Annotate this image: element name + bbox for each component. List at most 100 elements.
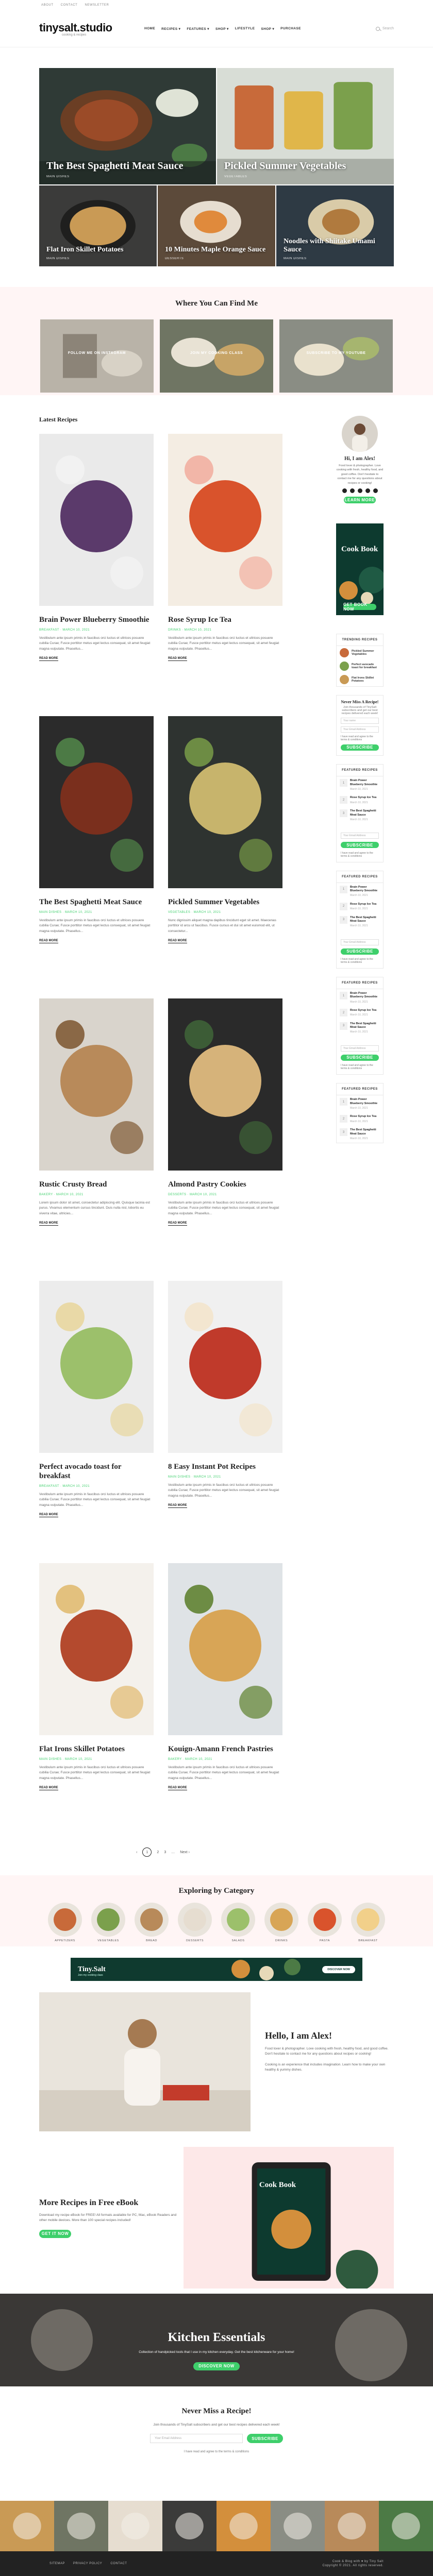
cookbook-ad[interactable]: Cook Book Get Book Now bbox=[336, 523, 384, 615]
post-title[interactable]: Kouign-Amann French Pastries bbox=[168, 1744, 282, 1754]
twitter-icon[interactable] bbox=[349, 488, 355, 493]
category-item[interactable]: Drinks bbox=[264, 1903, 298, 1942]
post-title[interactable]: Rose Syrup Ice Tea bbox=[168, 615, 282, 624]
footer-link-privacy[interactable]: Privacy Policy bbox=[73, 2562, 102, 2565]
inline-terms-checkbox[interactable]: I have read and agree to the terms & con… bbox=[341, 852, 379, 858]
inline-email-field[interactable]: Your Email Address bbox=[341, 833, 379, 839]
instagram-thumb[interactable] bbox=[325, 2501, 379, 2551]
page-1[interactable]: 1 bbox=[142, 1848, 152, 1857]
post-card[interactable]: Rose Syrup Ice Tea Drinks · March 10, 20… bbox=[168, 434, 282, 716]
hero-main-post[interactable]: The Best Spaghetti Meat Sauce Main Dishe… bbox=[39, 68, 216, 184]
page-3[interactable]: 3 bbox=[164, 1851, 166, 1854]
post-card[interactable]: Rustic Crusty Bread Bakery · March 10, 2… bbox=[39, 998, 154, 1281]
read-more-link[interactable]: Read more bbox=[39, 1786, 58, 1791]
category-item[interactable]: Desserts bbox=[178, 1903, 212, 1942]
featured-item[interactable]: 2 Rose Syrup Ice Tea March 10, 2021 bbox=[337, 1006, 383, 1020]
cooking-class-banner[interactable]: Tiny.Salt Join my cooking class Discover… bbox=[71, 1958, 362, 1981]
bottom-email-field[interactable]: Your Email Address bbox=[150, 2434, 243, 2443]
hero-bottom-post-1[interactable]: Flat Iron Skillet Potatoes Main Dishes bbox=[39, 185, 157, 266]
footer-link-contact[interactable]: Contact bbox=[110, 2562, 127, 2565]
nav-item-lifestyle[interactable]: Lifestyle bbox=[235, 27, 255, 31]
instagram-thumb[interactable] bbox=[271, 2501, 325, 2551]
post-card[interactable]: Pickled Summer Vegetables Vegetables · M… bbox=[168, 716, 282, 998]
bottom-subscribe-button[interactable]: Subscribe bbox=[247, 2434, 283, 2443]
featured-item[interactable]: 1 Brain Power Blueberry Smoothie March 1… bbox=[337, 1095, 383, 1112]
post-thumbnail[interactable] bbox=[168, 716, 282, 888]
hero-right-post[interactable]: Pickled Summer Vegetables Vegetables bbox=[217, 68, 394, 184]
read-more-link[interactable]: Read more bbox=[168, 1786, 187, 1791]
utility-link-about[interactable]: About bbox=[41, 4, 54, 7]
post-thumbnail[interactable] bbox=[168, 1563, 282, 1735]
hero-bottom-post-3[interactable]: Noodles with Shiitake Umami Sauce Main D… bbox=[276, 185, 394, 266]
ebook-button[interactable]: Get it now bbox=[39, 2229, 71, 2238]
featured-item[interactable]: 1 Brain Power Blueberry Smoothie March 1… bbox=[337, 883, 383, 900]
page-2[interactable]: 2 bbox=[157, 1851, 159, 1854]
post-thumbnail[interactable] bbox=[168, 998, 282, 1171]
post-thumbnail[interactable] bbox=[39, 716, 154, 888]
category-item[interactable]: Pasta bbox=[308, 1903, 342, 1942]
youtube-icon[interactable] bbox=[373, 488, 378, 493]
read-more-link[interactable]: Read more bbox=[39, 939, 58, 944]
category-item[interactable]: Bread bbox=[135, 1903, 169, 1942]
sidebar-terms-checkbox[interactable]: I have read and agree to the terms & con… bbox=[341, 735, 379, 741]
featured-item[interactable]: 2 Rose Syrup Ice Tea March 10, 2021 bbox=[337, 1112, 383, 1126]
post-thumbnail[interactable] bbox=[39, 998, 154, 1171]
inline-email-field[interactable]: Your Email Address bbox=[341, 1045, 379, 1052]
inline-email-field[interactable]: Your Email Address bbox=[341, 939, 379, 945]
post-thumbnail[interactable] bbox=[168, 434, 282, 606]
sidebar-name-field[interactable]: Your name bbox=[341, 717, 379, 724]
inline-subscribe-button[interactable]: Subscribe bbox=[341, 1054, 379, 1061]
post-card[interactable]: The Best Spaghetti Meat Sauce Main Dishe… bbox=[39, 716, 154, 998]
post-thumbnail[interactable] bbox=[168, 1281, 282, 1453]
featured-item[interactable]: 3 The Best Spaghetti Meat Sauce March 10… bbox=[337, 913, 383, 930]
featured-item[interactable]: 1 Brain Power Blueberry Smoothie March 1… bbox=[337, 989, 383, 1006]
instagram-icon[interactable] bbox=[365, 488, 370, 493]
category-item[interactable]: Vegetables bbox=[91, 1903, 125, 1942]
post-title[interactable]: Brain Power Blueberry Smoothie bbox=[39, 615, 154, 624]
where-card-instagram[interactable]: Follow me on Instagram bbox=[40, 319, 154, 393]
sidebar-email-field[interactable]: Your Email Address bbox=[341, 726, 379, 733]
category-item[interactable]: Breakfast bbox=[351, 1903, 385, 1942]
post-thumbnail[interactable] bbox=[39, 1563, 154, 1735]
post-card[interactable]: 8 Easy Instant Pot Recipes Main Dishes ·… bbox=[168, 1281, 282, 1563]
utility-link-contact[interactable]: Contact bbox=[61, 4, 78, 7]
sidebar-subscribe-button[interactable]: Subscribe bbox=[341, 744, 379, 751]
nav-item-shop[interactable]: Shop ▾ bbox=[215, 27, 229, 31]
featured-item[interactable]: 2 Rose Syrup Ice Tea March 10, 2021 bbox=[337, 793, 383, 807]
read-more-link[interactable]: Read more bbox=[168, 1504, 187, 1509]
post-card[interactable]: Almond Pastry Cookies Desserts · March 1… bbox=[168, 998, 282, 1281]
post-title[interactable]: Perfect avocado toast for breakfast bbox=[39, 1462, 154, 1481]
post-thumbnail[interactable] bbox=[39, 434, 154, 606]
facebook-icon[interactable] bbox=[342, 488, 347, 493]
post-title[interactable]: Pickled Summer Vegetables bbox=[168, 897, 282, 907]
category-item[interactable]: Salads bbox=[221, 1903, 255, 1942]
instagram-thumb[interactable] bbox=[108, 2501, 162, 2551]
instagram-thumb[interactable] bbox=[162, 2501, 216, 2551]
post-title[interactable]: The Best Spaghetti Meat Sauce bbox=[39, 897, 154, 907]
trending-item[interactable]: Flat Irons Skillet Potatoes bbox=[337, 673, 383, 686]
trending-item[interactable]: Perfect avocado toast for breakfast bbox=[337, 659, 383, 673]
page-prev[interactable]: ‹ bbox=[136, 1851, 137, 1854]
featured-item[interactable]: 1 Brain Power Blueberry Smoothie March 1… bbox=[337, 776, 383, 793]
nav-item-home[interactable]: Home bbox=[144, 27, 155, 31]
trending-item[interactable]: Pickled Summer Vegetables bbox=[337, 646, 383, 659]
post-title[interactable]: Flat Irons Skillet Potatoes bbox=[39, 1744, 154, 1754]
post-title[interactable]: Almond Pastry Cookies bbox=[168, 1180, 282, 1189]
kitchen-button[interactable]: Discover now bbox=[193, 2362, 240, 2370]
header-search[interactable]: Search bbox=[375, 26, 394, 31]
read-more-link[interactable]: Read more bbox=[168, 1222, 187, 1226]
read-more-link[interactable]: Read more bbox=[168, 657, 187, 662]
post-card[interactable]: Flat Irons Skillet Potatoes Main Dishes … bbox=[39, 1563, 154, 1845]
pinterest-icon[interactable] bbox=[357, 488, 362, 493]
post-title[interactable]: 8 Easy Instant Pot Recipes bbox=[168, 1462, 282, 1471]
nav-item-recipes[interactable]: Recipes ▾ bbox=[161, 27, 180, 31]
instagram-thumb[interactable] bbox=[379, 2501, 433, 2551]
inline-subscribe-button[interactable]: Subscribe bbox=[341, 842, 379, 849]
instagram-thumb[interactable] bbox=[54, 2501, 108, 2551]
post-card[interactable]: Brain Power Blueberry Smoothie Breakfast… bbox=[39, 434, 154, 716]
read-more-link[interactable]: Read more bbox=[168, 939, 187, 944]
cookbook-button[interactable]: Get Book Now bbox=[343, 602, 376, 612]
featured-item[interactable]: 3 The Best Spaghetti Meat Sauce March 10… bbox=[337, 1020, 383, 1037]
nav-item-features[interactable]: Features ▾ bbox=[187, 27, 209, 31]
where-card-youtube[interactable]: Subscribe to my youtube bbox=[279, 319, 393, 393]
